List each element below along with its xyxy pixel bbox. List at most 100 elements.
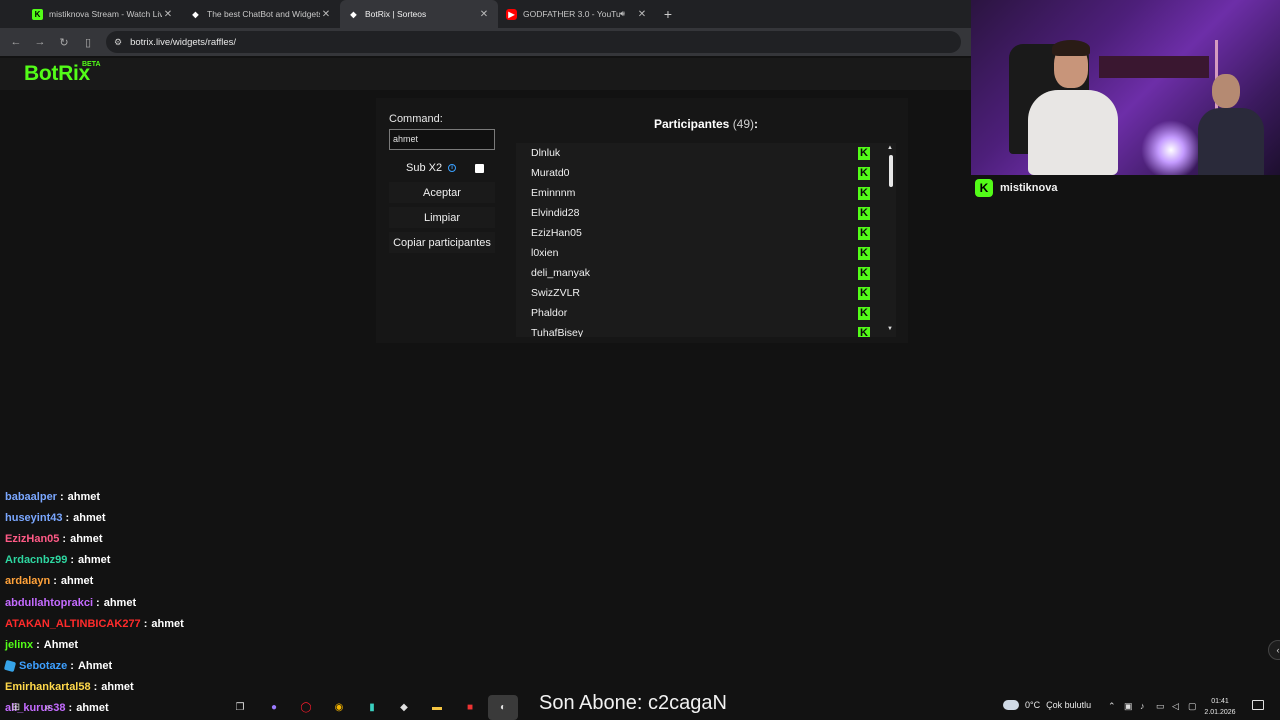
- participant-row: Eminnnm K: [516, 183, 874, 203]
- tab-botrix-chatbot[interactable]: ◆ The best ChatBot and Widgets ✕: [182, 0, 340, 28]
- speaker-icon[interactable]: 🔊︎: [620, 9, 632, 19]
- windows-start-icon[interactable]: ⊞: [8, 699, 24, 715]
- tab-botrix-sorteos[interactable]: ◆ BotRix | Sorteos ✕: [340, 0, 498, 28]
- participants-colon: :: [754, 117, 759, 131]
- participants-heading: Participantes (49):: [621, 117, 791, 131]
- info-icon[interactable]: i: [448, 164, 457, 172]
- copy-participants-button[interactable]: Copiar participantes: [389, 232, 495, 253]
- chat-username: huseyint43: [5, 511, 63, 524]
- display-icon[interactable]: ▢: [1188, 701, 1197, 712]
- participant-name: TuhafBisey: [531, 327, 584, 337]
- reload-icon[interactable]: ↻: [52, 30, 76, 54]
- participant-row: Elvindid28 K: [516, 203, 874, 223]
- file-explorer-icon[interactable]: ▬: [429, 699, 445, 715]
- weather-temp: 0°C: [1025, 700, 1041, 710]
- chat-separator: :: [36, 638, 40, 651]
- kick-badge-icon: K: [858, 326, 870, 337]
- chat-message: babaalper: ahmet: [5, 486, 405, 507]
- chat-separator: :: [62, 532, 67, 545]
- chat-message: Ardacnbz99: ahmet: [5, 550, 405, 571]
- site-header: BotRix BETA: [0, 58, 971, 90]
- task-view-icon[interactable]: ❐: [232, 699, 248, 715]
- chat-text: Ahmet: [43, 638, 79, 651]
- obs-icon[interactable]: ◐: [495, 699, 511, 715]
- search-icon[interactable]: ⌕: [40, 699, 56, 715]
- chat-text: ahmet: [151, 617, 184, 630]
- weather-widget[interactable]: 0°C Çok bulutlu: [1003, 700, 1091, 710]
- address-bar-row: ← → ↻ ▯ ⚙ botrix.live/widgets/raffles/: [0, 28, 971, 56]
- participants-title: Participantes: [653, 117, 730, 131]
- botrix-logo[interactable]: BotRix: [24, 62, 90, 86]
- tab-title: BotRix | Sorteos: [365, 9, 427, 19]
- network-icon[interactable]: ▭: [1156, 701, 1165, 712]
- close-icon[interactable]: ✕: [636, 9, 648, 20]
- notification-icon[interactable]: [1252, 700, 1264, 710]
- participant-row: deli_manyak K: [516, 263, 874, 283]
- kick-badge-icon: K: [858, 166, 870, 180]
- chat-username: Emirhankartal58: [5, 681, 91, 694]
- kick-badge-icon: K: [858, 286, 870, 300]
- split-view-icon[interactable]: ▯: [76, 30, 100, 54]
- participants-list[interactable]: TuhafBisey K Phaldor K SwizZVLR Kdeli_manyak K…: [516, 143, 896, 337]
- close-icon[interactable]: ✕: [478, 9, 490, 20]
- opera-icon[interactable]: ◯: [298, 699, 314, 715]
- participant-row: Muratd0 K: [516, 163, 874, 183]
- chat-text: ahmet: [60, 575, 94, 588]
- kick-badge-icon: K: [858, 246, 870, 260]
- back-arrow-icon[interactable]: ←: [4, 30, 28, 54]
- site-settings-icon[interactable]: ⚙: [114, 37, 122, 48]
- capcut-icon[interactable]: ◆: [396, 699, 412, 715]
- close-icon[interactable]: ✕: [320, 9, 332, 20]
- url-field[interactable]: ⚙ botrix.live/widgets/raffles/: [106, 31, 961, 53]
- chat-separator: :: [70, 660, 74, 673]
- scroll-up-arrow-icon[interactable]: ▲: [887, 145, 893, 151]
- chrome-icon[interactable]: ◉: [331, 699, 347, 715]
- participant-name: EzizHan05: [531, 227, 582, 239]
- raffle-widget: Command: ahmet Sub X2 i Aceptar Limpiar …: [376, 98, 908, 343]
- scroll-down-arrow-icon[interactable]: ▼: [887, 326, 893, 332]
- command-input[interactable]: ahmet: [389, 129, 495, 150]
- hookah-glow: [1141, 120, 1201, 175]
- app-tray-icon[interactable]: ▣: [1124, 701, 1133, 712]
- participant-name: Eminnnm: [531, 187, 576, 199]
- kick-badge-icon: K: [858, 266, 870, 280]
- participant-row: EzizHan05 K: [516, 223, 874, 243]
- sub-x2-checkbox[interactable]: [475, 163, 485, 173]
- screen: K mistiknova Stream - Watch Live ✕ ◆ The…: [0, 0, 1280, 720]
- kick-badge-icon: K: [858, 186, 870, 200]
- sub-x2-option: Sub X2 i: [389, 158, 495, 178]
- participant-row: l0xien K: [516, 243, 874, 263]
- participant-row: TuhafBisey K: [516, 323, 874, 337]
- close-icon[interactable]: ✕: [162, 9, 174, 20]
- sub-x2-label: Sub X2: [406, 162, 443, 174]
- system-clock[interactable]: 01:41 2.01.2026: [1200, 696, 1240, 718]
- tray-chevron-up-icon[interactable]: ⌃: [1108, 701, 1116, 712]
- collapse-arrow-icon[interactable]: ‹: [1268, 640, 1280, 660]
- chat-username: Sebotaze: [19, 660, 68, 673]
- webcam-feed: [971, 0, 1280, 175]
- volume-icon[interactable]: ◁: [1172, 701, 1179, 712]
- chat-username: EzizHan05: [5, 532, 60, 545]
- scrollbar-thumb[interactable]: [889, 155, 893, 187]
- url-text: botrix.live/widgets/raffles/: [130, 36, 237, 48]
- forward-arrow-icon[interactable]: →: [28, 30, 52, 54]
- chat-username: jelinx: [5, 638, 34, 651]
- participant-name: Dlnluk: [531, 147, 561, 159]
- app-red-icon[interactable]: ■: [462, 699, 478, 715]
- tab-youtube[interactable]: ▶ GODFATHER 3.0 - YouTube 🔊︎ ✕: [498, 0, 656, 28]
- youtube-favicon-icon: ▶: [506, 8, 517, 20]
- tab-mistiknova-stream[interactable]: K mistiknova Stream - Watch Live ✕: [24, 0, 182, 28]
- new-tab-button[interactable]: +: [656, 0, 680, 28]
- app-icon[interactable]: ▮: [364, 699, 380, 715]
- channel-name: mistiknova: [1000, 182, 1058, 194]
- clear-button[interactable]: Limpiar: [389, 207, 495, 228]
- chat-separator: :: [53, 575, 57, 588]
- microphone-icon[interactable]: ♪: [1140, 701, 1145, 711]
- participant-name: Muratd0: [531, 167, 570, 179]
- participant-name: deli_manyak: [531, 267, 590, 279]
- browser-tab-strip: K mistiknova Stream - Watch Live ✕ ◆ The…: [0, 0, 971, 28]
- chat-separator: :: [65, 511, 70, 524]
- accept-button[interactable]: Aceptar: [389, 182, 495, 203]
- chat-username: ardalayn: [5, 575, 51, 588]
- discord-icon[interactable]: ●: [266, 699, 282, 715]
